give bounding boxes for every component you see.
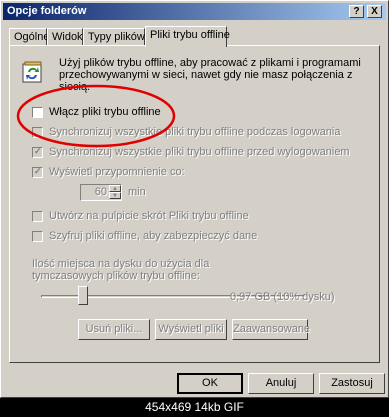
- spin-up-icon[interactable]: ▲: [109, 185, 121, 192]
- close-button[interactable]: X: [367, 5, 382, 18]
- spin-down-icon[interactable]: ▼: [109, 192, 121, 199]
- title-bar[interactable]: Opcje folderów ? X: [3, 3, 386, 20]
- tab-file-types[interactable]: Typy plików: [83, 28, 145, 45]
- check-mark-icon: ✓: [34, 145, 42, 156]
- checkbox[interactable]: ✓: [32, 165, 43, 178]
- checkbox[interactable]: [32, 210, 43, 222]
- folder-options-dialog: Opcje folderów ? X Ogólne Widok Typy pli…: [0, 0, 389, 398]
- apply-button[interactable]: Zastosuj: [319, 373, 385, 394]
- intro-text: Użyj plików trybu offline, aby pracować …: [59, 57, 361, 93]
- tab-offline-files[interactable]: Pliki trybu offline: [145, 26, 230, 47]
- sync-logoff-checkbox[interactable]: ✓ Synchronizuj wszystkie pliki trybu off…: [32, 145, 350, 159]
- disk-space-value: 0,97 GB (10% dysku): [230, 291, 335, 303]
- checkbox[interactable]: [32, 106, 43, 118]
- reminder-interval-value: 60: [94, 186, 107, 198]
- shortcut-label: Utwórz na pulpicie skrót Pliki trybu off…: [49, 210, 249, 222]
- help-button[interactable]: ?: [349, 5, 364, 18]
- reminder-interval-unit: min: [128, 186, 146, 198]
- offline-files-icon: [20, 60, 46, 86]
- tab-general[interactable]: Ogólne: [9, 28, 49, 45]
- reminder-interval-spinner[interactable]: 60 ▲ ▼: [80, 184, 122, 201]
- checkbox[interactable]: ✓: [32, 145, 43, 158]
- disk-space-slider-thumb[interactable]: [78, 286, 88, 305]
- delete-files-button[interactable]: Usuń pliki...: [78, 319, 150, 340]
- view-files-button[interactable]: Wyświetl pliki: [155, 319, 227, 340]
- reminders-label: Wyświetl przypomnienie co:: [49, 166, 185, 178]
- sync-logoff-label: Synchronizuj wszystkie pliki trybu offli…: [49, 146, 350, 158]
- shortcut-checkbox[interactable]: Utwórz na pulpicie skrót Pliki trybu off…: [32, 209, 249, 223]
- checkbox[interactable]: [32, 230, 43, 242]
- enable-offline-label: Włącz pliki trybu offline: [49, 106, 161, 118]
- cancel-button[interactable]: Anuluj: [248, 373, 314, 394]
- disk-space-label: Ilość miejsca na dysku do użycia dla tym…: [32, 258, 210, 282]
- enable-offline-checkbox[interactable]: Włącz pliki trybu offline: [32, 105, 161, 119]
- tab-view[interactable]: Widok: [47, 28, 83, 45]
- check-mark-icon: ✓: [34, 165, 42, 176]
- reminders-checkbox[interactable]: ✓ Wyświetl przypomnienie co:: [32, 165, 185, 179]
- encrypt-checkbox[interactable]: Szyfruj pliki offline, aby zabezpieczyć …: [32, 229, 257, 243]
- ok-button[interactable]: OK: [177, 373, 243, 394]
- sync-logon-label: Synchronizuj wszystkie pliki trybu offli…: [49, 126, 341, 138]
- spinner-buttons[interactable]: ▲ ▼: [109, 185, 121, 200]
- advanced-button[interactable]: Zaawansowane: [232, 319, 310, 340]
- sync-logon-checkbox[interactable]: Synchronizuj wszystkie pliki trybu offli…: [32, 125, 340, 139]
- image-caption: 454x469 14kb GIF: [145, 400, 244, 414]
- encrypt-label: Szyfruj pliki offline, aby zabezpieczyć …: [49, 230, 258, 242]
- checkbox[interactable]: [32, 126, 43, 138]
- window-title: Opcje folderów: [7, 5, 87, 17]
